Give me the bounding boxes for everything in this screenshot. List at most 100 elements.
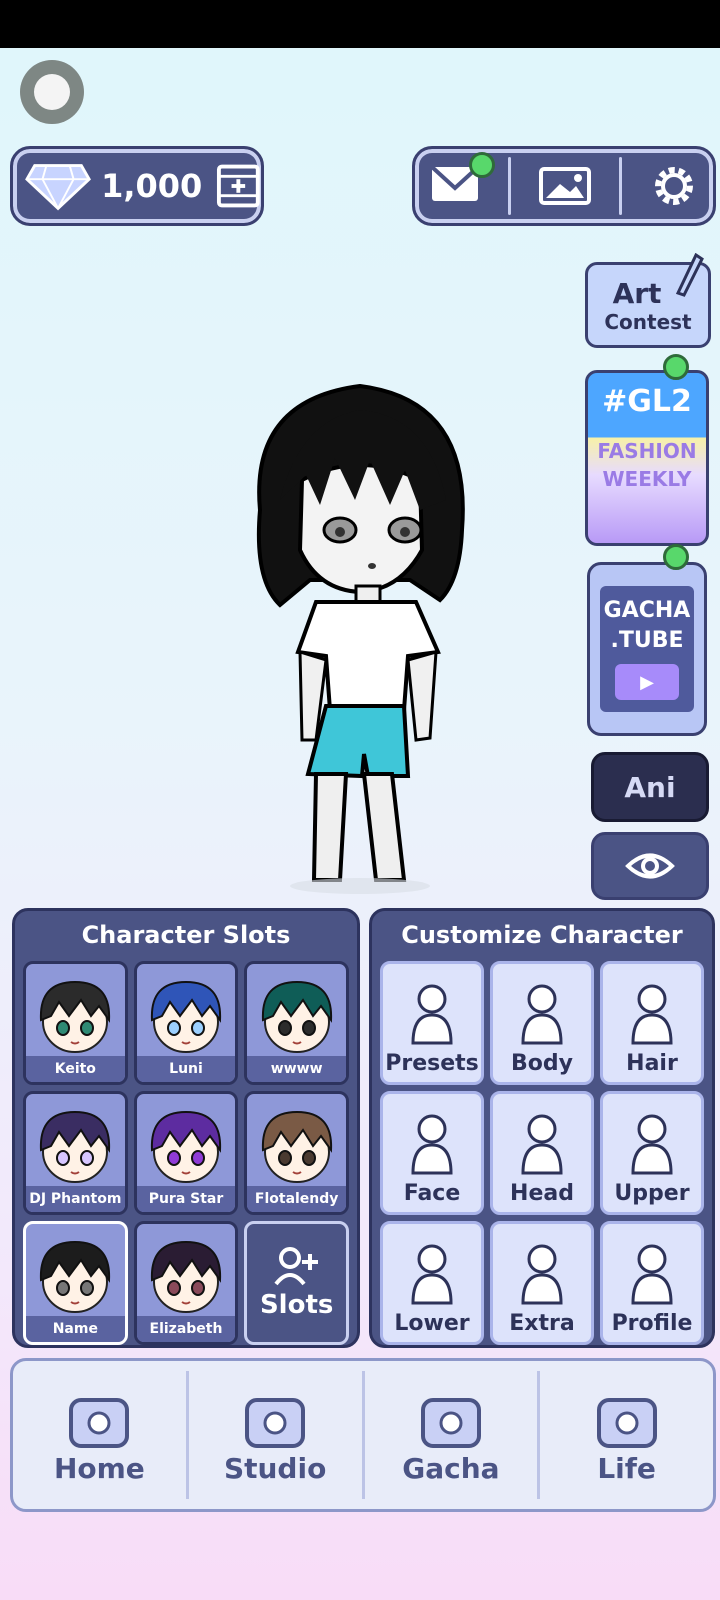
fashion-line: FASHION [597, 438, 697, 463]
customize-label: Extra [509, 1311, 575, 1336]
pencil-icon [675, 253, 704, 297]
mail-button[interactable] [429, 152, 495, 208]
character-slot[interactable]: wwww [244, 961, 349, 1085]
nav-label: Gacha [402, 1451, 500, 1485]
customize-extra-button[interactable]: Extra [490, 1221, 594, 1345]
character-slots-panel: Character Slots Keito Luni wwww DJ Phant… [12, 908, 360, 1348]
gallery-icon[interactable] [538, 166, 592, 206]
customize-head-button[interactable]: Head [490, 1091, 594, 1215]
settings-gear-icon[interactable] [649, 161, 699, 211]
clapperboard-icon [245, 1397, 306, 1448]
lower-icon [411, 1244, 453, 1305]
character-face-avatar [40, 980, 111, 1053]
customize-label: Head [510, 1181, 574, 1206]
slot-name: Name [26, 1316, 125, 1342]
slot-name: Keito [26, 1056, 125, 1082]
diamond-counter[interactable]: 1,000 [10, 146, 264, 226]
hair-icon [631, 984, 673, 1045]
gl2-notification-dot [663, 354, 689, 380]
notification-dot [468, 152, 495, 178]
toggle-visibility-button[interactable] [591, 832, 709, 900]
character-slot[interactable]: DJ Phantom [23, 1091, 128, 1215]
customize-label: Presets [385, 1051, 479, 1076]
customize-presets-button[interactable]: Presets [380, 961, 484, 1085]
gacha-tube-line1: GACHA [603, 598, 691, 623]
character-face-avatar [261, 980, 332, 1053]
top-toolbar [412, 146, 716, 226]
nav-label: Home [53, 1451, 145, 1485]
art-contest-button[interactable]: Art Contest [585, 253, 711, 348]
add-diamonds-icon[interactable] [216, 163, 261, 209]
customize-label: Profile [611, 1311, 693, 1336]
slot-name: wwww [247, 1056, 346, 1082]
customize-grid: Presets Body Hair Face Head Upper Lower … [380, 961, 704, 1345]
customize-label: Face [403, 1181, 461, 1206]
customize-label: Body [511, 1051, 573, 1076]
character-slot[interactable]: Luni [133, 961, 239, 1085]
gl2-tag: #GL2 [602, 383, 692, 419]
nav-studio[interactable]: Studio [189, 1361, 362, 1509]
gl2-fashion-weekly-button[interactable]: #GL2 FASHION WEEKLY [585, 370, 709, 546]
upper-icon [631, 1114, 673, 1175]
customize-face-button[interactable]: Face [380, 1091, 484, 1215]
slot-name: Pura Star [136, 1186, 236, 1212]
add-slot-button[interactable]: Slots [244, 1221, 349, 1345]
character-slots-title: Character Slots [81, 921, 291, 949]
eye-icon [625, 853, 675, 879]
character-face-avatar [40, 1110, 111, 1183]
customize-character-panel: Customize Character Presets Body Hair Fa… [369, 908, 715, 1348]
customize-lower-button[interactable]: Lower [380, 1221, 484, 1345]
character-face-avatar [40, 1240, 111, 1313]
bottom-navigation: Home Studio Gacha Life [10, 1358, 716, 1512]
face-icon [411, 1114, 453, 1175]
customize-label: Lower [394, 1311, 470, 1336]
customize-label: Hair [626, 1051, 678, 1076]
body-icon [521, 984, 563, 1045]
add-person-icon [274, 1247, 318, 1286]
character-face-avatar [150, 980, 221, 1053]
diamond-count: 1,000 [101, 167, 203, 205]
weekly-line: WEEKLY [602, 466, 692, 491]
gacha-tube-line2: .TUBE [610, 628, 684, 653]
gacha-tube-notification-dot [663, 544, 689, 570]
customize-title: Customize Character [401, 921, 683, 949]
head-icon [521, 1114, 563, 1175]
gacha-tube-button[interactable]: GACHA .TUBE ▶ [587, 562, 707, 736]
nav-label: Studio [223, 1451, 327, 1485]
character-slot[interactable]: Keito [23, 961, 128, 1085]
profile-icon [631, 1244, 673, 1305]
nav-home[interactable]: Home [13, 1361, 186, 1509]
customize-hair-button[interactable]: Hair [600, 961, 704, 1085]
slot-name: Elizabeth [136, 1316, 236, 1342]
gacha-orb-icon [420, 1397, 481, 1448]
ani-button[interactable]: Ani [591, 752, 709, 822]
character-face-avatar [261, 1110, 332, 1183]
nav-gacha[interactable]: Gacha [365, 1361, 538, 1509]
slot-name: Luni [136, 1056, 236, 1082]
customize-upper-button[interactable]: Upper [600, 1091, 704, 1215]
character-slot[interactable]: Pura Star [133, 1091, 239, 1215]
nav-life[interactable]: Life [540, 1361, 713, 1509]
character-slots-grid: Keito Luni wwww DJ Phantom Pura Star Flo… [23, 961, 349, 1345]
character-preview[interactable] [240, 380, 480, 920]
customize-profile-button[interactable]: Profile [600, 1221, 704, 1345]
character-face-avatar [150, 1110, 221, 1183]
add-slot-label: Slots [259, 1290, 334, 1320]
art-contest-line2: Contest [604, 309, 692, 334]
customize-label: Upper [614, 1181, 690, 1206]
character-face-avatar [150, 1240, 221, 1313]
slot-name: Flotalendy [247, 1186, 346, 1212]
customize-body-button[interactable]: Body [490, 961, 594, 1085]
flower-icon [596, 1397, 657, 1448]
play-icon: ▶ [615, 664, 679, 700]
character-slot[interactable]: Elizabeth [133, 1221, 239, 1345]
record-button[interactable] [20, 60, 84, 124]
extra-icon [521, 1244, 563, 1305]
slot-name: DJ Phantom [26, 1186, 125, 1212]
character-slot[interactable]: Flotalendy [244, 1091, 349, 1215]
nav-label: Life [597, 1451, 656, 1485]
diamond-icon [25, 164, 91, 211]
character-slot[interactable]: Name [23, 1221, 128, 1345]
status-bar [0, 0, 720, 48]
art-contest-line1: Art [612, 276, 662, 310]
